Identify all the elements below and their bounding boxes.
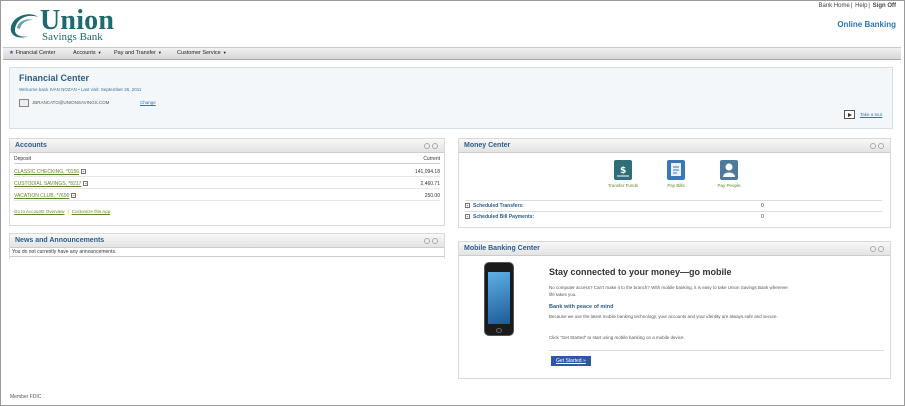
top-links: Bank Home| Help| Sign Off — [818, 3, 896, 9]
account-balance: 141,094.18 — [414, 169, 440, 175]
expand-icon[interactable]: + — [465, 203, 470, 208]
deposit-header: Deposit — [14, 156, 31, 162]
bank-logo[interactable]: Union Savings Bank — [9, 5, 149, 43]
account-link[interactable]: CLASSIC CHECKING, *0156 + — [14, 169, 87, 175]
pay-bills-icon — [667, 160, 685, 180]
money-center-header: Money Center — [459, 139, 890, 153]
transfer-funds-icon: $ — [614, 160, 632, 180]
news-title: News and Announcements — [15, 237, 105, 244]
account-link[interactable]: CUSTODIAL SAVINGS, *8217 + — [14, 181, 89, 187]
accounts-links: Go to Accounts Overview | Customize this A… — [14, 209, 111, 214]
collapse-icon[interactable] — [878, 246, 884, 252]
table-row: CUSTODIAL SAVINGS, *8217 + 2,460.71 — [14, 179, 440, 189]
scheduled-bill-payments-row[interactable]: + Scheduled Bill Payments: 0 — [465, 211, 882, 222]
chevron-down-icon: ▼ — [97, 50, 102, 55]
take-a-tour-link[interactable]: Take a tour — [860, 112, 882, 117]
scheduled-transfers-row[interactable]: + Scheduled Transfers: 0 — [465, 200, 882, 211]
table-row: CLASSIC CHECKING, *0156 + 141,094.18 — [14, 167, 440, 177]
accounts-title: Accounts — [15, 142, 47, 149]
mobile-cta-text: Click "Get Started" to start using mobil… — [549, 335, 685, 340]
refresh-icon[interactable] — [424, 238, 430, 244]
pay-bills-tile[interactable]: Pay Bills — [656, 160, 696, 188]
get-started-button[interactable]: Get Started » — [551, 356, 591, 366]
news-message: You do not currently have any announceme… — [12, 249, 117, 255]
expand-icon[interactable]: + — [465, 214, 470, 219]
mobile-headline: Stay connected to your money—go mobile — [549, 267, 732, 277]
mobile-banking-panel: Mobile Banking Center Stay connected to … — [458, 241, 891, 379]
page-title: Financial Center — [19, 73, 90, 83]
smartphone-image — [484, 262, 514, 336]
collapse-icon[interactable] — [432, 143, 438, 149]
nav-customer-service[interactable]: Customer Service ▼ — [177, 50, 227, 56]
scheduled-transfers-count: 0 — [761, 203, 764, 209]
expand-icon[interactable]: + — [81, 169, 87, 175]
mobile-banking-title: Mobile Banking Center — [464, 245, 540, 252]
logo-swoosh-icon — [10, 14, 38, 38]
refresh-icon[interactable] — [424, 143, 430, 149]
nav-financial-center[interactable]: ★ Financial Center — [9, 50, 56, 56]
customize-app-link[interactable]: Customize this App — [72, 209, 111, 214]
collapse-icon[interactable] — [878, 143, 884, 149]
financial-center-box: Financial Center Welcome back IVAN NOZAN… — [9, 67, 893, 129]
mobile-intro-text: No computer access? Can't make it to the… — [549, 285, 788, 297]
accounts-panel-header: Accounts — [10, 139, 444, 153]
transfer-funds-tile[interactable]: $ Transfer Funds — [603, 160, 643, 188]
panel-controls — [422, 143, 438, 151]
svg-text:$: $ — [620, 166, 626, 176]
change-email-link[interactable]: Change — [140, 100, 156, 105]
online-banking-label: Online Banking — [837, 20, 896, 29]
pay-people-icon — [720, 160, 738, 180]
accounts-overview-link[interactable]: Go to Accounts Overview — [14, 209, 65, 214]
help-link[interactable]: Help — [855, 3, 867, 9]
account-balance: 250.00 — [424, 193, 440, 199]
chevron-down-icon: ▼ — [222, 50, 227, 55]
expand-icon[interactable]: + — [83, 181, 89, 187]
panel-controls — [868, 143, 884, 151]
logo-savings-text: Savings Bank — [42, 31, 103, 43]
expand-icon[interactable]: + — [71, 193, 77, 199]
current-header: Current — [423, 156, 440, 162]
home-icon: ★ — [9, 50, 14, 56]
table-row: VACATION CLUB, *7690 + 250.00 — [14, 191, 440, 201]
money-center-title: Money Center — [464, 142, 511, 149]
mobile-subheading: Bank with peace of mind — [549, 304, 614, 310]
panel-controls — [422, 238, 438, 246]
collapse-icon[interactable] — [432, 238, 438, 244]
accounts-column-header: Deposit Current — [14, 155, 440, 164]
news-panel: News and Announcements You do not curren… — [9, 233, 445, 259]
nav-accounts[interactable]: Accounts ▼ — [73, 50, 102, 56]
refresh-icon[interactable] — [870, 246, 876, 252]
nav-pay-and-transfer[interactable]: Pay and Transfer ▼ — [114, 50, 162, 56]
phone-screen — [488, 272, 510, 324]
money-center-panel: Money Center $ Transfer Funds Pay Bills … — [458, 138, 891, 228]
welcome-text: Welcome back IVAN NOZAN • Last visit: Se… — [19, 87, 142, 92]
email-icon — [19, 99, 29, 107]
footer-text: Member FDIC — [10, 394, 42, 400]
account-balance: 2,460.71 — [420, 181, 440, 187]
pay-people-tile[interactable]: Pay People — [709, 160, 749, 188]
play-icon[interactable] — [844, 110, 855, 119]
email-address: JBRANCATO@UNIONSAVINGS.COM — [32, 100, 110, 105]
phone-home-button — [496, 328, 502, 333]
scheduled-bill-count: 0 — [761, 214, 764, 220]
accounts-panel: Accounts Deposit Current CLASSIC CHECKIN… — [9, 138, 445, 226]
panel-controls — [868, 246, 884, 254]
bank-home-link[interactable]: Bank Home — [818, 3, 849, 9]
divider — [549, 350, 884, 351]
divider — [10, 256, 444, 257]
refresh-icon[interactable] — [870, 143, 876, 149]
account-link[interactable]: VACATION CLUB, *7690 + — [14, 193, 77, 199]
main-nav: ★ Financial Center Accounts ▼ Pay and Tra… — [3, 47, 901, 60]
sign-off-link[interactable]: Sign Off — [873, 3, 896, 9]
mobile-banking-header: Mobile Banking Center — [459, 242, 890, 256]
news-panel-header: News and Announcements — [10, 234, 444, 248]
chevron-down-icon: ▼ — [157, 50, 162, 55]
mobile-body-text: Because we use the latest mobile banking… — [549, 314, 778, 319]
